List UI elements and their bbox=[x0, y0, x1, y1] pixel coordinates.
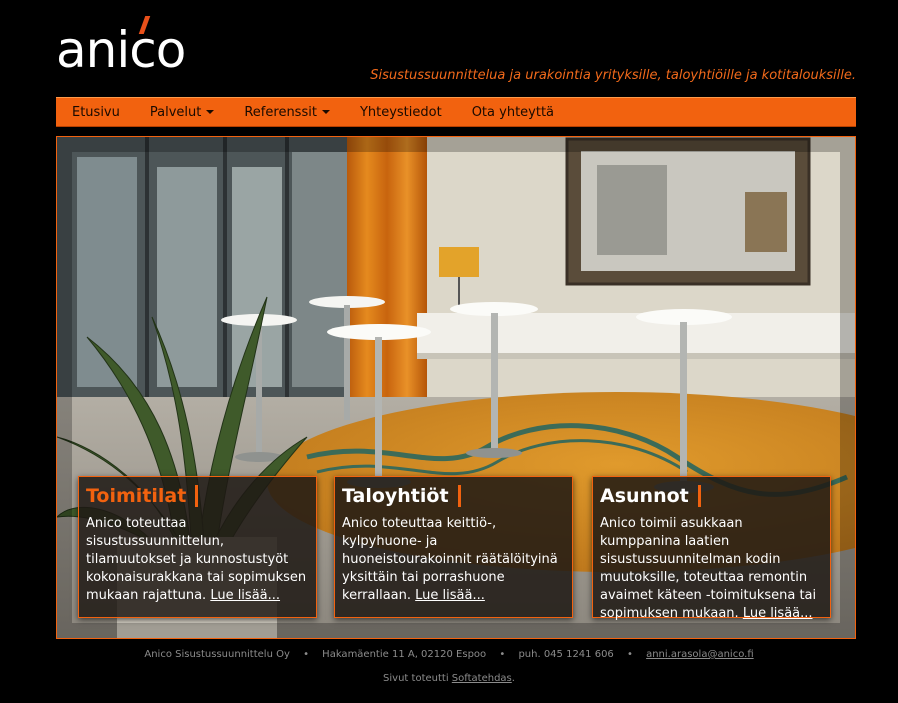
footer-separator: • bbox=[627, 649, 633, 660]
logo[interactable]: anico bbox=[56, 16, 186, 80]
caret-down-icon bbox=[321, 110, 330, 114]
footer-address: Hakamäentie 11 A, 02120 Espoo bbox=[322, 649, 487, 660]
read-more-link[interactable]: Lue lisää... bbox=[210, 588, 280, 603]
caret-down-icon bbox=[206, 110, 215, 114]
nav-item-ota-yhteytta[interactable]: Ota yhteyttä bbox=[457, 98, 569, 126]
box-toimitilat: Toimitilat Anico toteuttaa sisustussuunn… bbox=[78, 476, 317, 618]
read-more-link[interactable]: Lue lisää... bbox=[743, 606, 813, 621]
footer-credit: Sivut toteutti Softatehdas. bbox=[0, 673, 898, 684]
box-title: Toimitilat bbox=[86, 485, 199, 507]
box-taloyhtiot: Taloyhtiöt Anico toteuttaa keittiö-, kyl… bbox=[334, 476, 573, 618]
read-more-link[interactable]: Lue lisää... bbox=[415, 588, 485, 603]
credit-link[interactable]: Softatehdas bbox=[452, 673, 512, 684]
tagline: Sisustussuunnittelua ja urakointia yrity… bbox=[370, 68, 856, 83]
credit-suffix: . bbox=[511, 673, 515, 684]
main-nav: Etusivu Palvelut Referenssit Yhteystiedo… bbox=[56, 97, 856, 127]
footer-separator: • bbox=[499, 649, 506, 660]
box-title: Taloyhtiöt bbox=[342, 485, 461, 507]
box-asunnot: Asunnot Anico toimii asukkaan kumppanina… bbox=[592, 476, 831, 621]
nav-item-referenssit[interactable]: Referenssit bbox=[229, 98, 345, 126]
hero-image: Toimitilat Anico toteuttaa sisustussuunn… bbox=[56, 136, 856, 639]
footer-company: Anico Sisustussuunnittelu Oy bbox=[144, 649, 290, 660]
nav-item-palvelut[interactable]: Palvelut bbox=[135, 98, 229, 126]
footer-separator: • bbox=[303, 649, 309, 660]
box-text: Anico toteuttaa keittiö-, kylpyhuone- ja… bbox=[342, 516, 558, 603]
box-text: Anico toteuttaa sisustussuunnittelun, ti… bbox=[86, 516, 307, 603]
box-text: Anico toimii asukkaan kumppanina laatien… bbox=[600, 516, 817, 621]
service-boxes: Toimitilat Anico toteuttaa sisustussuunn… bbox=[57, 137, 855, 638]
nav-item-label: Yhteystiedot bbox=[359, 104, 442, 120]
logo-text: anico bbox=[56, 21, 186, 79]
nav-item-label: Ota yhteyttä bbox=[471, 104, 555, 120]
nav-item-yhteystiedot[interactable]: Yhteystiedot bbox=[345, 98, 457, 126]
footer-phone: puh. 045 1241 606 bbox=[518, 649, 614, 660]
nav-item-label: Etusivu bbox=[72, 104, 120, 120]
nav-item-label: Palvelut bbox=[149, 104, 202, 120]
box-title: Asunnot bbox=[600, 485, 701, 507]
nav-item-label: Referenssit bbox=[244, 104, 317, 120]
nav-item-etusivu[interactable]: Etusivu bbox=[56, 98, 135, 126]
footer-contact: Anico Sisustussuunnittelu Oy • Hakamäent… bbox=[0, 649, 898, 660]
footer-email-link[interactable]: anni.arasola@anico.fi bbox=[646, 649, 754, 660]
credit-prefix: Sivut toteutti bbox=[383, 673, 449, 684]
